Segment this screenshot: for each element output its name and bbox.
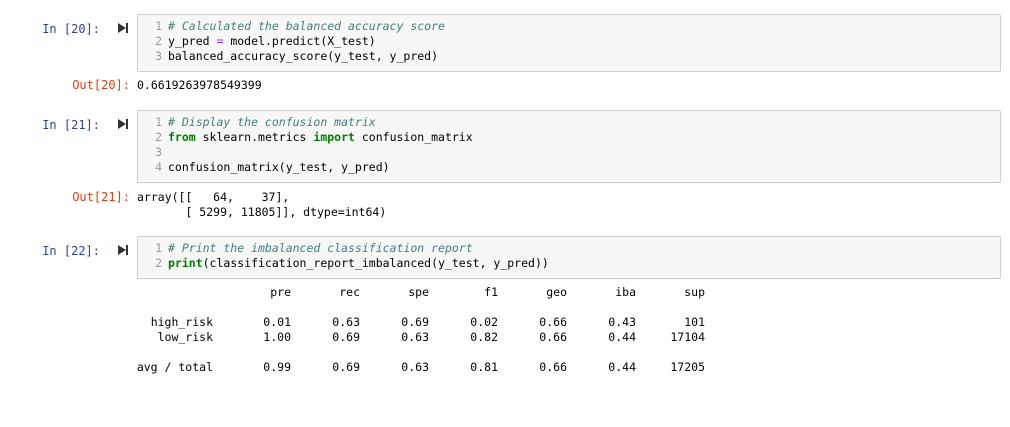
report-value: 0.44 [608, 360, 636, 374]
report-row-label: low_risk [157, 330, 213, 344]
cell-20-in-prompt: In [20]: [42, 22, 100, 36]
report-row-label: high_risk [150, 315, 213, 329]
cell-21-out-prompt: Out[21]: [72, 190, 130, 204]
report-value: 0.81 [470, 360, 498, 374]
classification-report: pre rec spe f1 geo iba sup high_risk 0.0… [137, 285, 737, 375]
report-value: 101 [684, 315, 705, 329]
code-line: 2 from sklearn.metrics import confusion_m… [155, 130, 473, 144]
report-value: 0.69 [332, 360, 360, 374]
report-value: 0.82 [470, 330, 498, 344]
cell-21-output-line-2: [ 5299, 11805]], dtype=int64) [137, 205, 387, 219]
code-line: 3 [155, 145, 162, 159]
code-line: 4 confusion_matrix(y_test, y_pred) [155, 160, 390, 174]
report-value: 0.43 [608, 315, 636, 329]
report-row: low_risk 1.00 0.69 0.63 0.82 0.66 0.44 1… [137, 330, 737, 345]
report-value: 0.63 [332, 315, 360, 329]
report-value: 0.99 [263, 360, 291, 374]
cell-22-code-editor[interactable]: 1 # Print the imbalanced classification r… [137, 236, 1001, 279]
code-line: 1 # Print the imbalanced classification r… [155, 241, 473, 255]
cell-21-output-line-1: array([[ 64, 37], [137, 190, 290, 204]
report-value: 17205 [670, 360, 705, 374]
report-value: 0.69 [401, 315, 429, 329]
cell-21-code-editor[interactable]: 1 # Display the confusion matrix 2 from sk… [137, 110, 1001, 183]
report-header: pre [270, 285, 291, 299]
report-header: rec [339, 285, 360, 299]
code-line: 1 # Calculated the balanced accuracy scor… [155, 19, 445, 33]
report-header: f1 [484, 285, 498, 299]
report-value: 1.00 [263, 330, 291, 344]
run-cell-icon[interactable] [117, 118, 129, 130]
report-value: 0.69 [332, 330, 360, 344]
cell-20-code-editor[interactable]: 1 # Calculated the balanced accuracy scor… [137, 14, 1001, 72]
report-value: 0.44 [608, 330, 636, 344]
run-cell-icon[interactable] [117, 22, 129, 34]
run-cell-icon[interactable] [117, 244, 129, 256]
report-value: 0.66 [539, 330, 567, 344]
report-value: 0.02 [470, 315, 498, 329]
report-value: 0.66 [539, 360, 567, 374]
report-header: spe [408, 285, 429, 299]
cell-22-in-prompt: In [22]: [42, 244, 100, 258]
report-header-row: pre rec spe f1 geo iba sup [137, 285, 737, 300]
report-value: 17104 [670, 330, 705, 344]
code-line: 2 y_pred = model.predict(X_test) [155, 34, 376, 48]
report-value: 0.63 [401, 330, 429, 344]
cell-21-in-prompt: In [21]: [42, 118, 100, 132]
report-value: 0.66 [539, 315, 567, 329]
cell-20-output: 0.6619263978549399 [137, 78, 262, 92]
report-value: 0.63 [401, 360, 429, 374]
code-line: 3 balanced_accuracy_score(y_test, y_pred) [155, 49, 439, 63]
code-line: 2 print(classification_report_imbalanced(… [155, 256, 549, 270]
report-header: sup [684, 285, 705, 299]
report-value: 0.01 [263, 315, 291, 329]
code-line: 1 # Display the confusion matrix [155, 115, 376, 129]
report-row: high_risk 0.01 0.63 0.69 0.02 0.66 0.43 … [137, 315, 737, 330]
report-header: iba [615, 285, 636, 299]
report-row: avg / total 0.99 0.69 0.63 0.81 0.66 0.4… [137, 360, 737, 375]
report-row-label: avg / total [136, 360, 213, 374]
cell-20-out-prompt: Out[20]: [72, 78, 130, 92]
report-header: geo [546, 285, 567, 299]
